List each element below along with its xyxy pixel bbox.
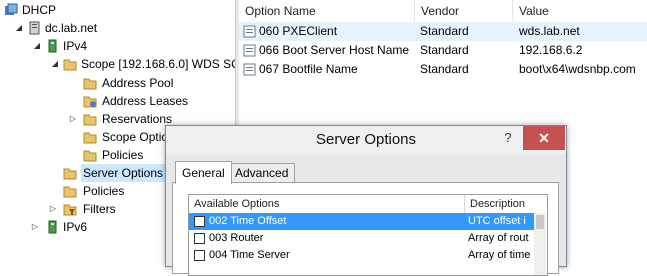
- ipv4-icon: [46, 39, 60, 53]
- option-name: 002 Time Offset: [209, 215, 287, 227]
- dhcp-icon: [4, 3, 18, 17]
- scrollbar-thumb[interactable]: [536, 215, 544, 229]
- option-icon: [243, 25, 256, 38]
- list-row[interactable]: 067 Bootfile Name Standard boot\x64\wdsn…: [239, 60, 647, 79]
- option-name: 060 PXEClient: [259, 24, 338, 38]
- option-description: Array of rout: [468, 232, 529, 244]
- option-name: 003 Router: [209, 232, 264, 244]
- help-button[interactable]: ?: [493, 127, 523, 149]
- folder-icon: [63, 57, 77, 71]
- ipv6-icon: [46, 220, 60, 234]
- tab-general[interactable]: General: [175, 161, 232, 184]
- option-row[interactable]: 003 Router Array of rout: [189, 230, 534, 247]
- column-header-available-options[interactable]: Available Options: [189, 195, 465, 213]
- option-icon: [243, 63, 256, 76]
- option-vendor: Standard: [420, 24, 469, 38]
- tree-item-label: Policies: [102, 148, 144, 162]
- tree-item-label: IPv6: [63, 220, 88, 234]
- tab-advanced[interactable]: Advanced: [228, 163, 296, 183]
- tree-item-label: IPv4: [63, 39, 88, 53]
- list-row[interactable]: 066 Boot Server Host Name Standard 192.1…: [239, 41, 647, 60]
- folder-icon: [83, 94, 97, 108]
- column-header-description[interactable]: Description: [465, 195, 547, 213]
- close-button[interactable]: ✕: [523, 126, 565, 150]
- server-options-dialog: Server Options ? ✕ General Advanced Avai…: [165, 125, 567, 276]
- tree-item-label: Scope [192.168.6.0] WDS SCOPE: [81, 57, 235, 71]
- list-row[interactable]: 060 PXEClient Standard wds.lab.net: [239, 22, 647, 41]
- column-header-option-name[interactable]: Option Name: [239, 0, 415, 22]
- options-scrollbar[interactable]: [534, 213, 546, 275]
- tree-item-label: Server Options: [81, 164, 166, 182]
- list-header: Option Name Vendor Value: [239, 0, 647, 22]
- column-header-vendor[interactable]: Vendor: [415, 0, 513, 22]
- tree-item-label: Policies: [83, 184, 125, 198]
- available-options-list[interactable]: Available Options Description 002 Time O…: [188, 194, 548, 276]
- tree-item-label: Address Pool: [102, 76, 174, 90]
- filter-icon: [63, 202, 77, 216]
- expand-arrow-icon[interactable]: ▷: [68, 110, 78, 128]
- option-value: 192.168.6.2: [519, 43, 583, 57]
- expand-arrow-icon[interactable]: ▷: [30, 218, 40, 236]
- option-checkbox[interactable]: [194, 216, 205, 227]
- tree-item-label: Reservations: [102, 112, 173, 126]
- expand-arrow-icon[interactable]: ▷: [48, 200, 58, 218]
- collapse-arrow-icon[interactable]: ◢: [50, 55, 60, 73]
- option-icon: [243, 44, 256, 57]
- option-vendor: Standard: [420, 62, 469, 76]
- column-header-value[interactable]: Value: [513, 0, 647, 22]
- option-value: wds.lab.net: [519, 24, 580, 38]
- tree-item-label: DHCP: [22, 3, 57, 17]
- option-row[interactable]: 002 Time Offset UTC offset i: [189, 213, 534, 230]
- options-list-header: Available Options Description: [189, 195, 547, 213]
- tree-item-label: Address Leases: [102, 94, 189, 108]
- folder-icon: [83, 112, 97, 126]
- option-value: boot\x64\wdsnbp.com: [519, 62, 636, 76]
- option-description: UTC offset i: [468, 215, 526, 227]
- option-name: 067 Bootfile Name: [259, 62, 358, 76]
- option-vendor: Standard: [420, 43, 469, 57]
- folder-icon: [63, 184, 77, 198]
- folder-icon: [83, 148, 97, 162]
- option-checkbox[interactable]: [194, 233, 205, 244]
- tree-item-label: Filters: [83, 202, 116, 216]
- option-name: 066 Boot Server Host Name: [259, 43, 410, 57]
- folder-icon: [63, 166, 77, 180]
- collapse-arrow-icon[interactable]: ◢: [32, 37, 42, 55]
- tree-item-label: dc.lab.net: [45, 21, 98, 35]
- folder-icon: [83, 76, 97, 90]
- folder-icon: [83, 130, 97, 144]
- server-icon: [28, 21, 42, 35]
- collapse-arrow-icon[interactable]: ◢: [14, 19, 24, 37]
